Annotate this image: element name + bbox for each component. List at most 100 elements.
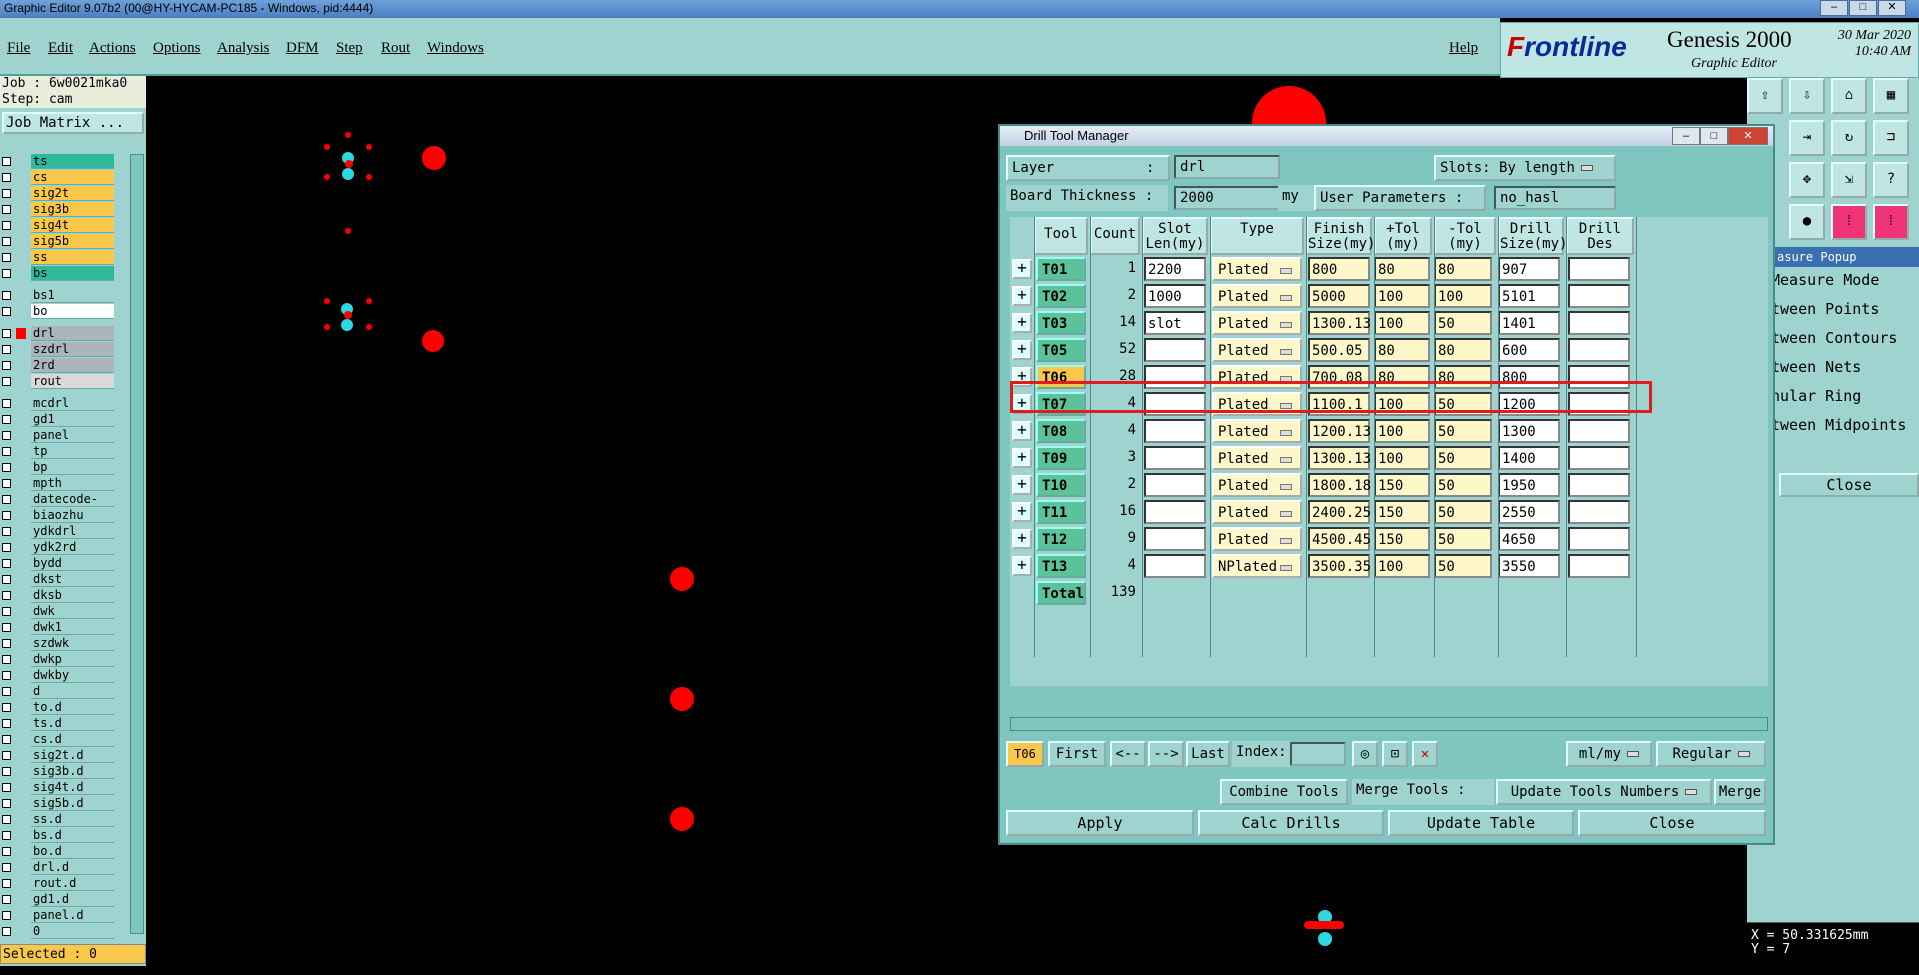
download-icon[interactable]: ⇩ (1789, 78, 1825, 114)
layer-row-0[interactable]: 0 (0, 924, 114, 939)
layer-checkbox[interactable] (2, 559, 11, 568)
layer-row-dwkp[interactable]: dwkp (0, 652, 114, 667)
layer-checkbox[interactable] (2, 221, 11, 230)
type-selector[interactable]: Plated (1212, 257, 1302, 281)
layer-checkbox[interactable] (2, 361, 11, 370)
layer-checkbox[interactable] (2, 735, 11, 744)
expand-row-icon[interactable]: + (1012, 259, 1032, 279)
column-header[interactable]: -Tol (my) (1434, 217, 1496, 255)
layer-scrollbar[interactable] (130, 154, 144, 934)
close-button[interactable]: ✕ (1878, 0, 1906, 16)
expand-row-icon[interactable]: + (1012, 529, 1032, 549)
expand-row-icon[interactable]: + (1012, 394, 1032, 414)
layer-row-ts.d[interactable]: ts.d (0, 716, 114, 731)
dialog-minimize-button[interactable]: – (1672, 127, 1700, 145)
layer-row-mpth[interactable]: mpth (0, 476, 114, 491)
tool-id[interactable]: T03 (1036, 311, 1086, 335)
layer-row-ydk2rd[interactable]: ydk2rd (0, 540, 114, 555)
layer-checkbox[interactable] (2, 815, 11, 824)
slot-length-field[interactable] (1144, 500, 1206, 524)
slot-length-field[interactable] (1144, 554, 1206, 578)
drill-des-field[interactable] (1568, 473, 1630, 497)
layer-row-bp[interactable]: bp (0, 460, 114, 475)
minus-tol-field[interactable]: 50 (1434, 500, 1492, 524)
layer-checkbox[interactable] (2, 623, 11, 632)
plus-tol-field[interactable]: 80 (1374, 365, 1430, 389)
finish-size-field[interactable]: 1200.13 (1308, 419, 1371, 443)
tool-id[interactable]: T13 (1036, 554, 1086, 578)
slot-length-field[interactable] (1144, 527, 1206, 551)
search-icon[interactable]: ◎ (1352, 741, 1378, 767)
plus-tol-field[interactable]: 80 (1374, 257, 1430, 281)
plus-tol-field[interactable]: 100 (1374, 284, 1430, 308)
drill-size-field[interactable]: 3550 (1498, 554, 1560, 578)
layer-checkbox[interactable] (2, 591, 11, 600)
layer-row-bs.d[interactable]: bs.d (0, 828, 114, 843)
layer-row-gd1.d[interactable]: gd1.d (0, 892, 114, 907)
menu-edit[interactable]: Edit (48, 40, 73, 57)
drill-size-field[interactable]: 1401 (1498, 311, 1560, 335)
layer-checkbox[interactable] (2, 799, 11, 808)
layer-checkbox[interactable] (2, 173, 11, 182)
layer-row-ts[interactable]: ts (0, 154, 114, 169)
plus-tol-field[interactable]: 150 (1374, 527, 1430, 551)
type-selector[interactable]: Plated (1212, 473, 1302, 497)
expand-row-icon[interactable]: + (1012, 556, 1032, 576)
layer-row-bs[interactable]: bs (0, 266, 114, 281)
drill-size-field[interactable]: 2550 (1498, 500, 1560, 524)
layer-row-tp[interactable]: tp (0, 444, 114, 459)
layer-checkbox[interactable] (2, 463, 11, 472)
measure-close-button[interactable]: Close (1779, 473, 1919, 497)
layer-row-sig3b[interactable]: sig3b (0, 202, 114, 217)
board-thickness-field[interactable]: 2000 (1174, 186, 1280, 210)
slot-length-field[interactable]: 2200 (1144, 257, 1206, 281)
layer-checkbox[interactable] (2, 479, 11, 488)
minus-tol-field[interactable]: 80 (1434, 365, 1492, 389)
type-selector[interactable]: Plated (1212, 311, 1302, 335)
layer-checkbox[interactable] (2, 543, 11, 552)
finish-size-field[interactable]: 700.08 (1308, 365, 1370, 389)
layer-checkbox[interactable] (2, 237, 11, 246)
expand-row-icon[interactable]: + (1012, 448, 1032, 468)
layer-checkbox[interactable] (2, 927, 11, 936)
drill-size-field[interactable]: 1950 (1498, 473, 1560, 497)
slot-length-field[interactable] (1144, 473, 1206, 497)
minus-tol-field[interactable]: 50 (1434, 554, 1492, 578)
prev-button[interactable]: <-- (1110, 741, 1146, 767)
slot-length-field[interactable] (1144, 365, 1206, 389)
layer-checkbox[interactable] (2, 687, 11, 696)
layer-row-sig4t[interactable]: sig4t (0, 218, 114, 233)
drill-des-field[interactable] (1568, 554, 1630, 578)
tool-id[interactable]: T12 (1036, 527, 1086, 551)
layer-field[interactable]: drl (1174, 155, 1280, 179)
maximize-button[interactable]: □ (1849, 0, 1877, 16)
layer-checkbox[interactable] (2, 639, 11, 648)
layer-checkbox[interactable] (2, 719, 11, 728)
drill-des-field[interactable] (1568, 257, 1630, 281)
measure-between-midpoints[interactable]: tween Midpoints (1757, 412, 1919, 441)
layer-checkbox[interactable] (2, 189, 11, 198)
column-header[interactable]: Count (1090, 217, 1140, 255)
column-header[interactable]: Tool (1034, 217, 1088, 255)
menu-actions[interactable]: Actions (89, 40, 136, 57)
layer-row-rout.d[interactable]: rout.d (0, 876, 114, 891)
index-field[interactable] (1290, 742, 1346, 766)
layer-row-ss[interactable]: ss (0, 250, 114, 265)
layer-row-szdwk[interactable]: szdwk (0, 636, 114, 651)
layer-row-mcdrl[interactable]: mcdrl (0, 396, 114, 411)
layer-row-dwk[interactable]: dwk (0, 604, 114, 619)
finish-size-field[interactable]: 500.05 (1308, 338, 1370, 362)
type-selector[interactable]: Plated (1212, 446, 1302, 470)
layer-checkbox[interactable] (2, 751, 11, 760)
layer-row-szdrl[interactable]: szdrl (0, 342, 114, 357)
measure-between-nets[interactable]: tween Nets (1757, 354, 1919, 383)
drill-size-field[interactable]: 907 (1498, 257, 1560, 281)
menu-analysis[interactable]: Analysis (217, 40, 270, 57)
minus-tol-field[interactable]: 50 (1434, 311, 1492, 335)
drill-size-field[interactable]: 4650 (1498, 527, 1560, 551)
column-header[interactable]: Drill Des (1566, 217, 1634, 255)
layer-checkbox[interactable] (2, 703, 11, 712)
layer-checkbox[interactable] (2, 399, 11, 408)
layer-checkbox[interactable] (2, 511, 11, 520)
layer-checkbox[interactable] (2, 783, 11, 792)
